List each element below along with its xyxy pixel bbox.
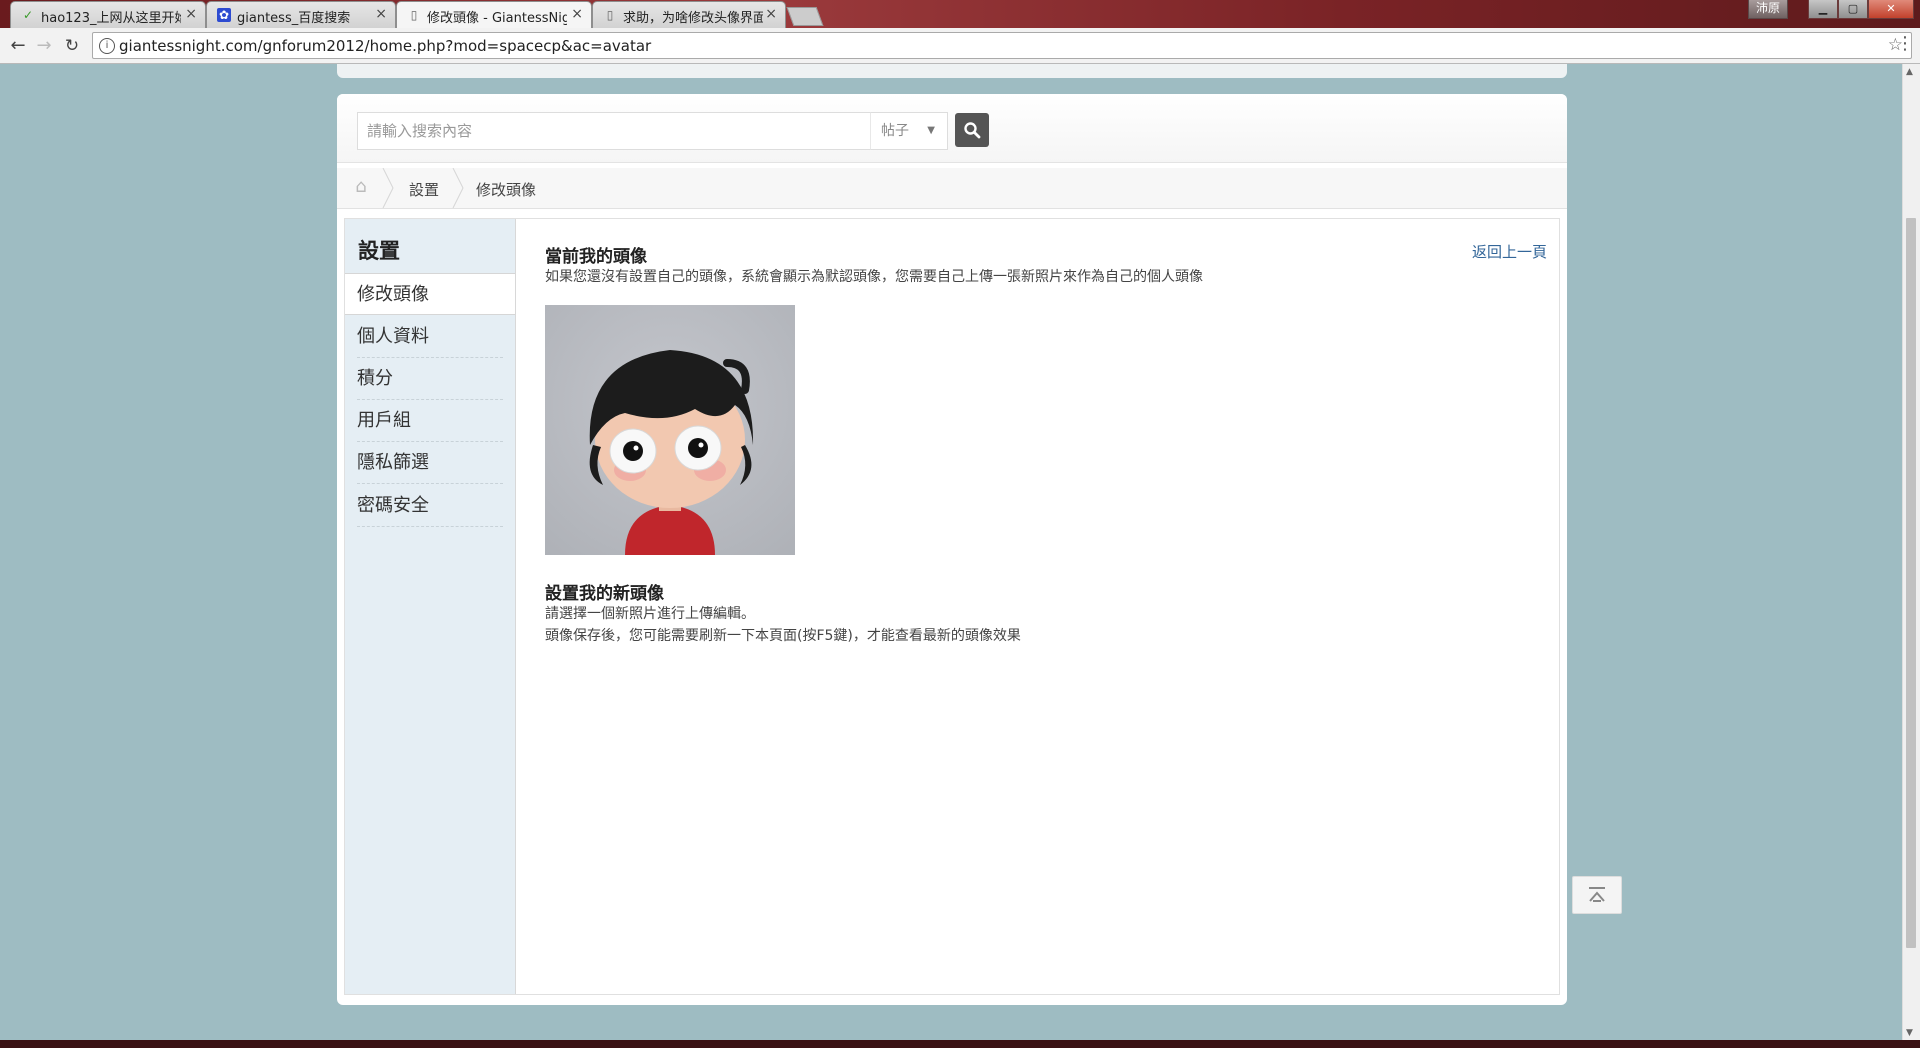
address-bar[interactable]: i giantessnight.com/gnforum2012/home.php…	[92, 32, 1912, 59]
tab-label: hao123_上网从这里开始	[41, 11, 181, 26]
sidebar-item-credits[interactable]: 積分	[357, 358, 503, 400]
menu-icon[interactable]: ⋮	[1896, 33, 1914, 54]
search-type-select[interactable]: 帖子 ▼	[870, 112, 948, 150]
baidu-paw-icon: ✿	[217, 8, 231, 22]
breadcrumb-current: 修改頭像	[476, 181, 537, 199]
tab-label: 修改頭像 - GiantessNig	[427, 11, 567, 26]
os-taskbar	[0, 1040, 1920, 1048]
default-avatar-image	[545, 305, 795, 555]
arrow-up-icon	[1589, 887, 1605, 902]
new-avatar-instruction: 請選擇一個新照片進行上傳編輯。	[545, 606, 755, 622]
forward-arrow-icon[interactable]: →	[32, 34, 56, 58]
breadcrumb-separator	[382, 168, 394, 208]
window-controls: ▁ ▢ ✕	[1808, 0, 1914, 19]
info-icon[interactable]: i	[99, 38, 115, 54]
reload-icon[interactable]: ↻	[60, 34, 84, 58]
new-tab-button[interactable]	[786, 7, 824, 26]
browser-tab-active[interactable]: ▯ 修改頭像 - GiantessNig ×	[396, 1, 592, 28]
browser-tab-help[interactable]: ▯ 求助，为啥修改头像界面 ×	[592, 1, 786, 28]
header-strip	[337, 64, 1567, 78]
page-icon: ▯	[606, 8, 614, 22]
browser-toolbar: ← → ↻ i giantessnight.com/gnforum2012/ho…	[0, 28, 1920, 64]
sidebar-item-privacy[interactable]: 隱私篩選	[357, 442, 503, 484]
content-card: 請輸入搜索內容 帖子 ▼ ⌂ 設置 修改頭像 設置 修改頭像 個人資料 積分 用…	[337, 94, 1567, 1005]
close-icon[interactable]: ×	[375, 6, 387, 22]
home-icon[interactable]: ⌂	[337, 168, 385, 208]
tab-label: giantess_百度搜索	[237, 11, 351, 26]
hao123-icon: ✓	[22, 8, 34, 22]
search-icon	[964, 122, 981, 139]
user-badge[interactable]: 沛原	[1747, 0, 1788, 19]
settings-sidebar: 設置 修改頭像 個人資料 積分 用戶組 隱私篩選 密碼安全	[345, 219, 516, 994]
minimize-button[interactable]: ▁	[1808, 0, 1838, 19]
search-bar: 請輸入搜索內容 帖子 ▼	[337, 94, 1567, 163]
sidebar-title: 設置	[358, 239, 400, 263]
chevron-down-icon: ▼	[927, 125, 935, 136]
settings-panel: 設置 修改頭像 個人資料 積分 用戶組 隱私篩選 密碼安全 當前我的頭像 如果您…	[344, 218, 1560, 995]
breadcrumb-settings[interactable]: 設置	[409, 179, 439, 200]
back-to-top-button[interactable]	[1572, 876, 1622, 914]
current-avatar-description: 如果您還沒有設置自己的頭像，系統會顯示為默認頭像，您需要自己上傳一張新照片來作為…	[545, 269, 1203, 285]
sidebar-item-password[interactable]: 密碼安全	[357, 485, 503, 527]
tab-label: 求助，为啥修改头像界面	[623, 11, 763, 26]
search-input[interactable]: 請輸入搜索內容	[357, 112, 871, 150]
sidebar-item-avatar[interactable]: 修改頭像	[345, 273, 515, 315]
page-scrollbar[interactable]: ▲ ▼	[1902, 64, 1920, 1040]
breadcrumb-separator	[452, 168, 464, 208]
scrollbar-thumb[interactable]	[1906, 218, 1916, 948]
search-type-label: 帖子	[881, 123, 909, 139]
sidebar-item-profile[interactable]: 個人資料	[357, 316, 503, 358]
search-button[interactable]	[955, 113, 989, 147]
current-avatar-heading: 當前我的頭像	[545, 247, 647, 267]
avatar-content: 當前我的頭像 如果您還沒有設置自己的頭像，系統會顯示為默認頭像，您需要自己上傳一…	[515, 219, 1559, 994]
close-icon[interactable]: ×	[765, 6, 777, 22]
close-icon[interactable]: ×	[185, 6, 197, 22]
url-text[interactable]: giantessnight.com/gnforum2012/home.php?m…	[119, 37, 651, 55]
scroll-down-icon[interactable]: ▼	[1906, 1028, 1913, 1038]
close-icon[interactable]: ×	[571, 6, 583, 22]
back-arrow-icon[interactable]: ←	[6, 34, 30, 58]
page-icon: ▯	[410, 8, 418, 22]
browser-tab-baidu[interactable]: ✿ giantess_百度搜索 ×	[206, 1, 396, 28]
scroll-up-icon[interactable]: ▲	[1906, 67, 1913, 77]
sidebar-item-usergroup[interactable]: 用戶組	[357, 400, 503, 442]
refresh-note: 頭像保存後，您可能需要刷新一下本頁面(按F5鍵)，才能查看最新的頭像效果	[545, 628, 1021, 644]
browser-tab-hao123[interactable]: ✓ hao123_上网从这里开始 ×	[10, 1, 206, 28]
new-avatar-heading: 設置我的新頭像	[545, 584, 664, 604]
breadcrumb: ⌂ 設置 修改頭像	[337, 168, 1567, 209]
back-link[interactable]: 返回上一頁	[1472, 241, 1547, 262]
maximize-button[interactable]: ▢	[1838, 0, 1868, 19]
browser-tab-bar: ✓ hao123_上网从这里开始 × ✿ giantess_百度搜索 × ▯ 修…	[0, 0, 1920, 28]
close-window-button[interactable]: ✕	[1868, 0, 1914, 19]
